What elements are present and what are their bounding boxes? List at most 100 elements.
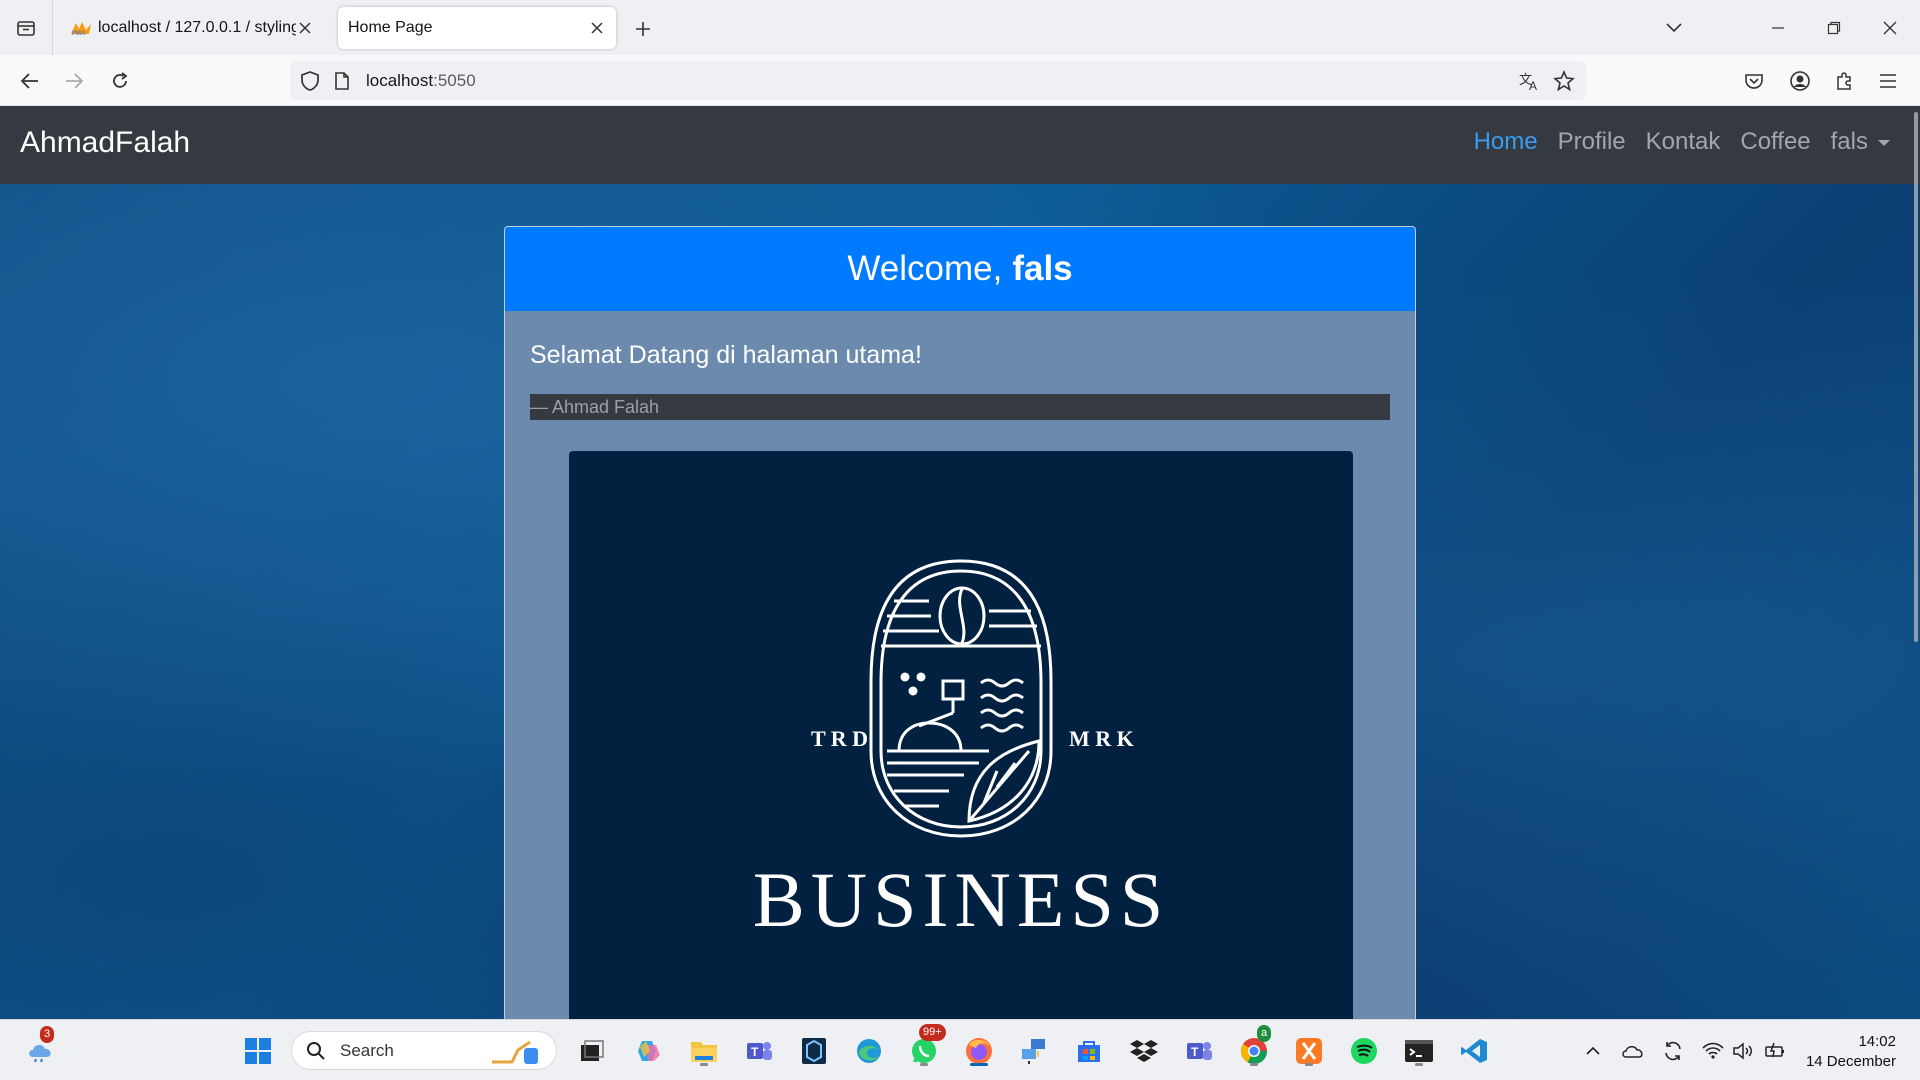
firefox-icon	[966, 1038, 992, 1064]
user-dropdown-label: fals	[1830, 128, 1868, 155]
tab-title: localhost / 127.0.0.1 / styling / t	[98, 19, 296, 36]
page-scrollbar[interactable]	[1912, 106, 1920, 1019]
close-icon	[1883, 21, 1897, 34]
phpmyadmin-icon: PMA	[70, 20, 92, 36]
restore-button[interactable]	[1806, 0, 1862, 55]
minimize-icon	[1772, 26, 1784, 29]
volume-tray[interactable]	[1730, 1038, 1756, 1064]
spotify-icon	[1351, 1038, 1377, 1064]
site-navbar: AhmadFalah Home Profile Kontak Coffee fa…	[0, 106, 1920, 184]
sync-tray[interactable]	[1660, 1038, 1686, 1064]
chrome-app[interactable]: a	[1237, 1025, 1272, 1068]
page-info-icon[interactable]	[330, 69, 354, 93]
translate-icon[interactable]: 文A	[1518, 69, 1542, 93]
site-nav-links: Home Profile Kontak Coffee fals	[1454, 128, 1890, 156]
system-clock[interactable]: 14:02 14 December	[1806, 1032, 1896, 1072]
start-button[interactable]	[241, 1034, 275, 1068]
terminal-app[interactable]	[1402, 1034, 1436, 1068]
bookmark-star-icon[interactable]	[1552, 69, 1576, 93]
site-brand[interactable]: AhmadFalah	[20, 126, 190, 160]
new-tab-button[interactable]	[628, 14, 658, 44]
minimize-button[interactable]	[1750, 0, 1806, 55]
dropbox-app[interactable]	[1127, 1034, 1161, 1068]
teams-classic-app[interactable]: T	[1182, 1034, 1216, 1068]
list-all-tabs-button[interactable]	[1646, 0, 1702, 55]
speaker-icon	[1733, 1042, 1752, 1060]
show-hidden-icons-button[interactable]	[1580, 1038, 1606, 1064]
close-tab-icon[interactable]	[296, 19, 314, 37]
task-view-button[interactable]	[575, 1034, 609, 1068]
taskbar-search[interactable]: Search	[291, 1031, 557, 1070]
welcome-username: fals	[1012, 249, 1073, 288]
close-tab-icon[interactable]	[588, 19, 606, 37]
extensions-button[interactable]	[1828, 65, 1860, 97]
xampp-app[interactable]	[1292, 1034, 1326, 1068]
close-window-button[interactable]	[1862, 0, 1918, 55]
forward-button[interactable]	[58, 65, 90, 97]
pocket-icon	[1745, 74, 1763, 89]
logo-left-text: T R D	[811, 726, 868, 751]
task-view-icon	[581, 1040, 604, 1061]
store-icon	[1078, 1041, 1100, 1062]
network-app[interactable]	[1017, 1034, 1051, 1068]
scrollbar-thumb[interactable]	[1914, 112, 1918, 642]
hamburger-icon	[1880, 74, 1896, 88]
card-header: Welcome, fals	[505, 227, 1415, 311]
wifi-tray[interactable]	[1700, 1038, 1726, 1064]
pocket-button[interactable]	[1738, 65, 1770, 97]
nav-link-kontak[interactable]: Kontak	[1646, 128, 1721, 156]
url-host: localhost	[366, 71, 434, 90]
tab-phpmyadmin[interactable]: PMA localhost / 127.0.0.1 / styling / t	[60, 7, 324, 49]
whatsapp-app[interactable]: 99+	[907, 1024, 946, 1068]
nav-link-profile[interactable]: Profile	[1558, 128, 1626, 156]
running-indicator	[700, 1063, 708, 1066]
tab-list-icon	[17, 20, 35, 36]
svg-text:PMA: PMA	[72, 31, 86, 36]
url-text[interactable]: localhost:5050	[366, 71, 476, 91]
user-dropdown[interactable]: fals	[1831, 128, 1890, 156]
multipass-icon	[802, 1038, 826, 1064]
xampp-icon	[1296, 1038, 1322, 1064]
nav-link-coffee[interactable]: Coffee	[1740, 128, 1810, 156]
welcome-card: Welcome, fals Selamat Datang di halaman …	[504, 226, 1416, 1019]
card-text: Selamat Datang di halaman utama!	[530, 341, 922, 369]
file-explorer-app[interactable]	[687, 1034, 721, 1068]
copilot-app[interactable]	[631, 1034, 665, 1068]
address-bar[interactable]: localhost:5050 文A	[290, 61, 1586, 100]
vscode-app[interactable]	[1457, 1034, 1491, 1068]
firefox-app[interactable]	[962, 1034, 996, 1068]
edge-app[interactable]	[852, 1034, 886, 1068]
reload-button[interactable]	[104, 65, 136, 97]
tracking-protection-icon[interactable]	[298, 69, 322, 93]
onedrive-tray[interactable]	[1620, 1038, 1646, 1064]
account-button[interactable]	[1784, 65, 1816, 97]
teams-app[interactable]: T	[742, 1034, 776, 1068]
weather-widget[interactable]: 3	[24, 1026, 58, 1068]
multipass-app[interactable]	[797, 1034, 831, 1068]
nav-link-home[interactable]: Home	[1474, 128, 1538, 156]
tab-home-page[interactable]: Home Page	[338, 7, 616, 49]
chevron-up-icon	[1586, 1046, 1600, 1055]
store-app[interactable]	[1072, 1034, 1106, 1068]
welcome-label: Welcome,	[847, 249, 1003, 288]
clock-date: 14 December	[1805, 1053, 1896, 1070]
network-computers-icon	[1022, 1039, 1045, 1064]
back-button[interactable]	[14, 65, 46, 97]
search-icon	[307, 1041, 325, 1060]
search-placeholder: Search	[340, 1040, 394, 1060]
weather-badge: 3	[40, 1026, 55, 1043]
edge-icon	[857, 1039, 881, 1063]
menu-button[interactable]	[1872, 65, 1904, 97]
tab-list-button[interactable]	[0, 0, 53, 55]
account-icon	[1790, 71, 1810, 91]
tab-title: Home Page	[348, 19, 433, 36]
teams-icon: T	[747, 1042, 772, 1060]
cloud-icon	[1622, 1046, 1643, 1058]
business-logo-image: T R D M R K BUSINESS	[569, 451, 1353, 1019]
battery-tray[interactable]	[1762, 1038, 1788, 1064]
spotify-app[interactable]	[1347, 1034, 1381, 1068]
wifi-icon	[1702, 1042, 1724, 1059]
browser-toolbar: localhost:5050 文A	[0, 55, 1920, 106]
caret-down-icon	[1878, 139, 1890, 146]
copilot-icon	[638, 1041, 660, 1061]
